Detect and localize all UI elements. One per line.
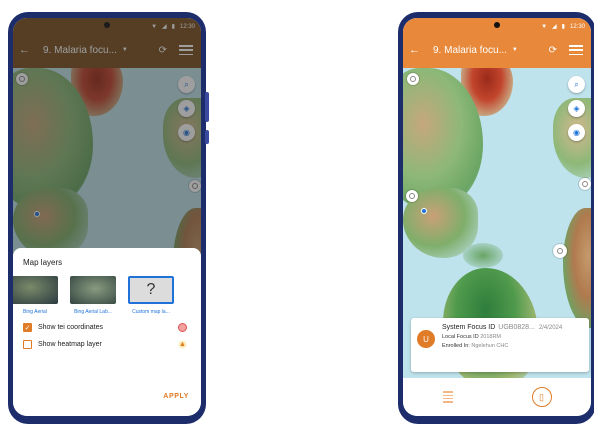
my-location-button[interactable]: ◉ <box>568 124 585 141</box>
status-icons: ▼ ◢ ▮ 12:30 <box>541 23 585 31</box>
tei-info-card[interactable]: U System Focus ID UGB0828... 2/4/2024 Lo… <box>411 318 589 372</box>
layer-options: Bing Aerial Bing Aerial Lab... ? Custom … <box>13 276 191 315</box>
card-header-line: System Focus ID UGB0828... 2/4/2024 <box>442 324 583 331</box>
layer-thumbnail <box>70 276 116 304</box>
system-focus-value: UGB0828... <box>498 324 535 331</box>
check-icon: ✓ <box>24 324 31 332</box>
avatar: U <box>417 330 435 348</box>
map-land <box>563 208 591 328</box>
layers-icon: ◈ <box>573 104 580 113</box>
dropdown-caret-icon[interactable]: ▼ <box>512 47 518 53</box>
layers-button[interactable]: ◈ <box>568 100 585 117</box>
program-title[interactable]: 9. Malaria focu... <box>433 45 507 56</box>
local-focus-line: Local Focus ID 2018RM <box>442 334 583 340</box>
battery-icon: ▮ <box>561 24 565 30</box>
tei-coordinates-checkbox[interactable]: ✓ <box>23 323 32 332</box>
screen-left: ▼ ◢ ▮ 12:30 ← 9. Malaria focu... ▼ ⟳ ⌕ ◈… <box>13 18 201 416</box>
layer-label: Bing Aerial <box>23 309 47 315</box>
option-show-heatmap[interactable]: Show heatmap layer ▲ <box>23 340 191 349</box>
signal-icon: ◢ <box>552 24 557 30</box>
camera <box>494 22 500 28</box>
tei-marker-icon <box>178 323 187 332</box>
map-marker[interactable] <box>407 73 419 85</box>
map-icon: ▯ <box>539 391 544 402</box>
status-time: 12:30 <box>569 23 585 30</box>
sheet-title: Map layers <box>23 258 63 267</box>
search-icon: ⌕ <box>574 79 579 89</box>
option-show-tei-coordinates[interactable]: ✓ Show tei coordinates <box>23 323 191 332</box>
heatmap-checkbox[interactable] <box>23 340 32 349</box>
bottom-nav: ▯ <box>403 378 591 416</box>
filter-icon[interactable] <box>569 45 583 55</box>
layer-bing-aerial-labels[interactable]: Bing Aerial Lab... <box>69 276 117 315</box>
status-bar: ▼ ◢ ▮ 12:30 <box>403 18 591 34</box>
card-date: 2/4/2024 <box>538 325 563 331</box>
wifi-icon: ▼ <box>541 23 548 30</box>
enrolled-value: Ngelehun CHC <box>471 343 509 349</box>
question-mark-icon: ? <box>146 281 156 298</box>
toolbar: ← 9. Malaria focu... ▼ ⟳ <box>403 36 591 64</box>
location-dot <box>421 208 427 214</box>
target-icon: ◉ <box>573 128 580 137</box>
layer-label: Custom map la... <box>132 309 170 315</box>
local-focus-key: Local Focus ID <box>442 334 479 340</box>
power-button <box>205 130 209 144</box>
map-marker[interactable] <box>579 178 591 190</box>
apply-button[interactable]: APPLY <box>163 393 189 400</box>
enrolled-key: Enrolled In: <box>442 343 470 349</box>
card-body: System Focus ID UGB0828... 2/4/2024 Loca… <box>442 324 583 366</box>
layer-thumbnail: ? <box>128 276 174 304</box>
map-view-button[interactable]: ▯ <box>531 387 552 407</box>
phone-right: ▼ ◢ ▮ 12:30 ← 9. Malaria focu... ▼ ⟳ ⌕ ◈… <box>398 12 594 424</box>
sync-icon[interactable]: ⟳ <box>549 45 557 56</box>
volume-button <box>205 92 209 122</box>
layer-custom-map[interactable]: ? Custom map la... <box>127 276 175 315</box>
list-view-icon[interactable] <box>442 391 453 403</box>
map-layers-sheet: Map layers Bing Aerial Bing Aerial Lab..… <box>13 248 201 416</box>
local-focus-value: 2018RM <box>480 334 502 340</box>
heatmap-icon: ▲ <box>178 340 187 349</box>
map-land <box>463 243 503 268</box>
map-marker[interactable] <box>406 190 418 202</box>
back-arrow-icon[interactable]: ← <box>409 44 425 56</box>
map-marker-selected[interactable] <box>553 244 567 258</box>
stage: ▼ ◢ ▮ 12:30 ← 9. Malaria focu... ▼ ⟳ ⌕ ◈… <box>0 0 594 428</box>
search-button[interactable]: ⌕ <box>568 76 585 93</box>
option-label: Show tei coordinates <box>38 324 103 331</box>
app-bar: ▼ ◢ ▮ 12:30 ← 9. Malaria focu... ▼ ⟳ <box>403 18 591 68</box>
layer-label: Bing Aerial Lab... <box>74 309 112 315</box>
system-focus-key: System Focus ID <box>442 324 496 331</box>
phone-left: ▼ ◢ ▮ 12:30 ← 9. Malaria focu... ▼ ⟳ ⌕ ◈… <box>8 12 209 424</box>
enrolled-line: Enrolled In: Ngelehun CHC <box>442 343 583 349</box>
screen-right: ▼ ◢ ▮ 12:30 ← 9. Malaria focu... ▼ ⟳ ⌕ ◈… <box>403 18 591 416</box>
layer-bing-aerial[interactable]: Bing Aerial <box>13 276 59 315</box>
option-label: Show heatmap layer <box>38 341 102 348</box>
layer-thumbnail <box>13 276 58 304</box>
